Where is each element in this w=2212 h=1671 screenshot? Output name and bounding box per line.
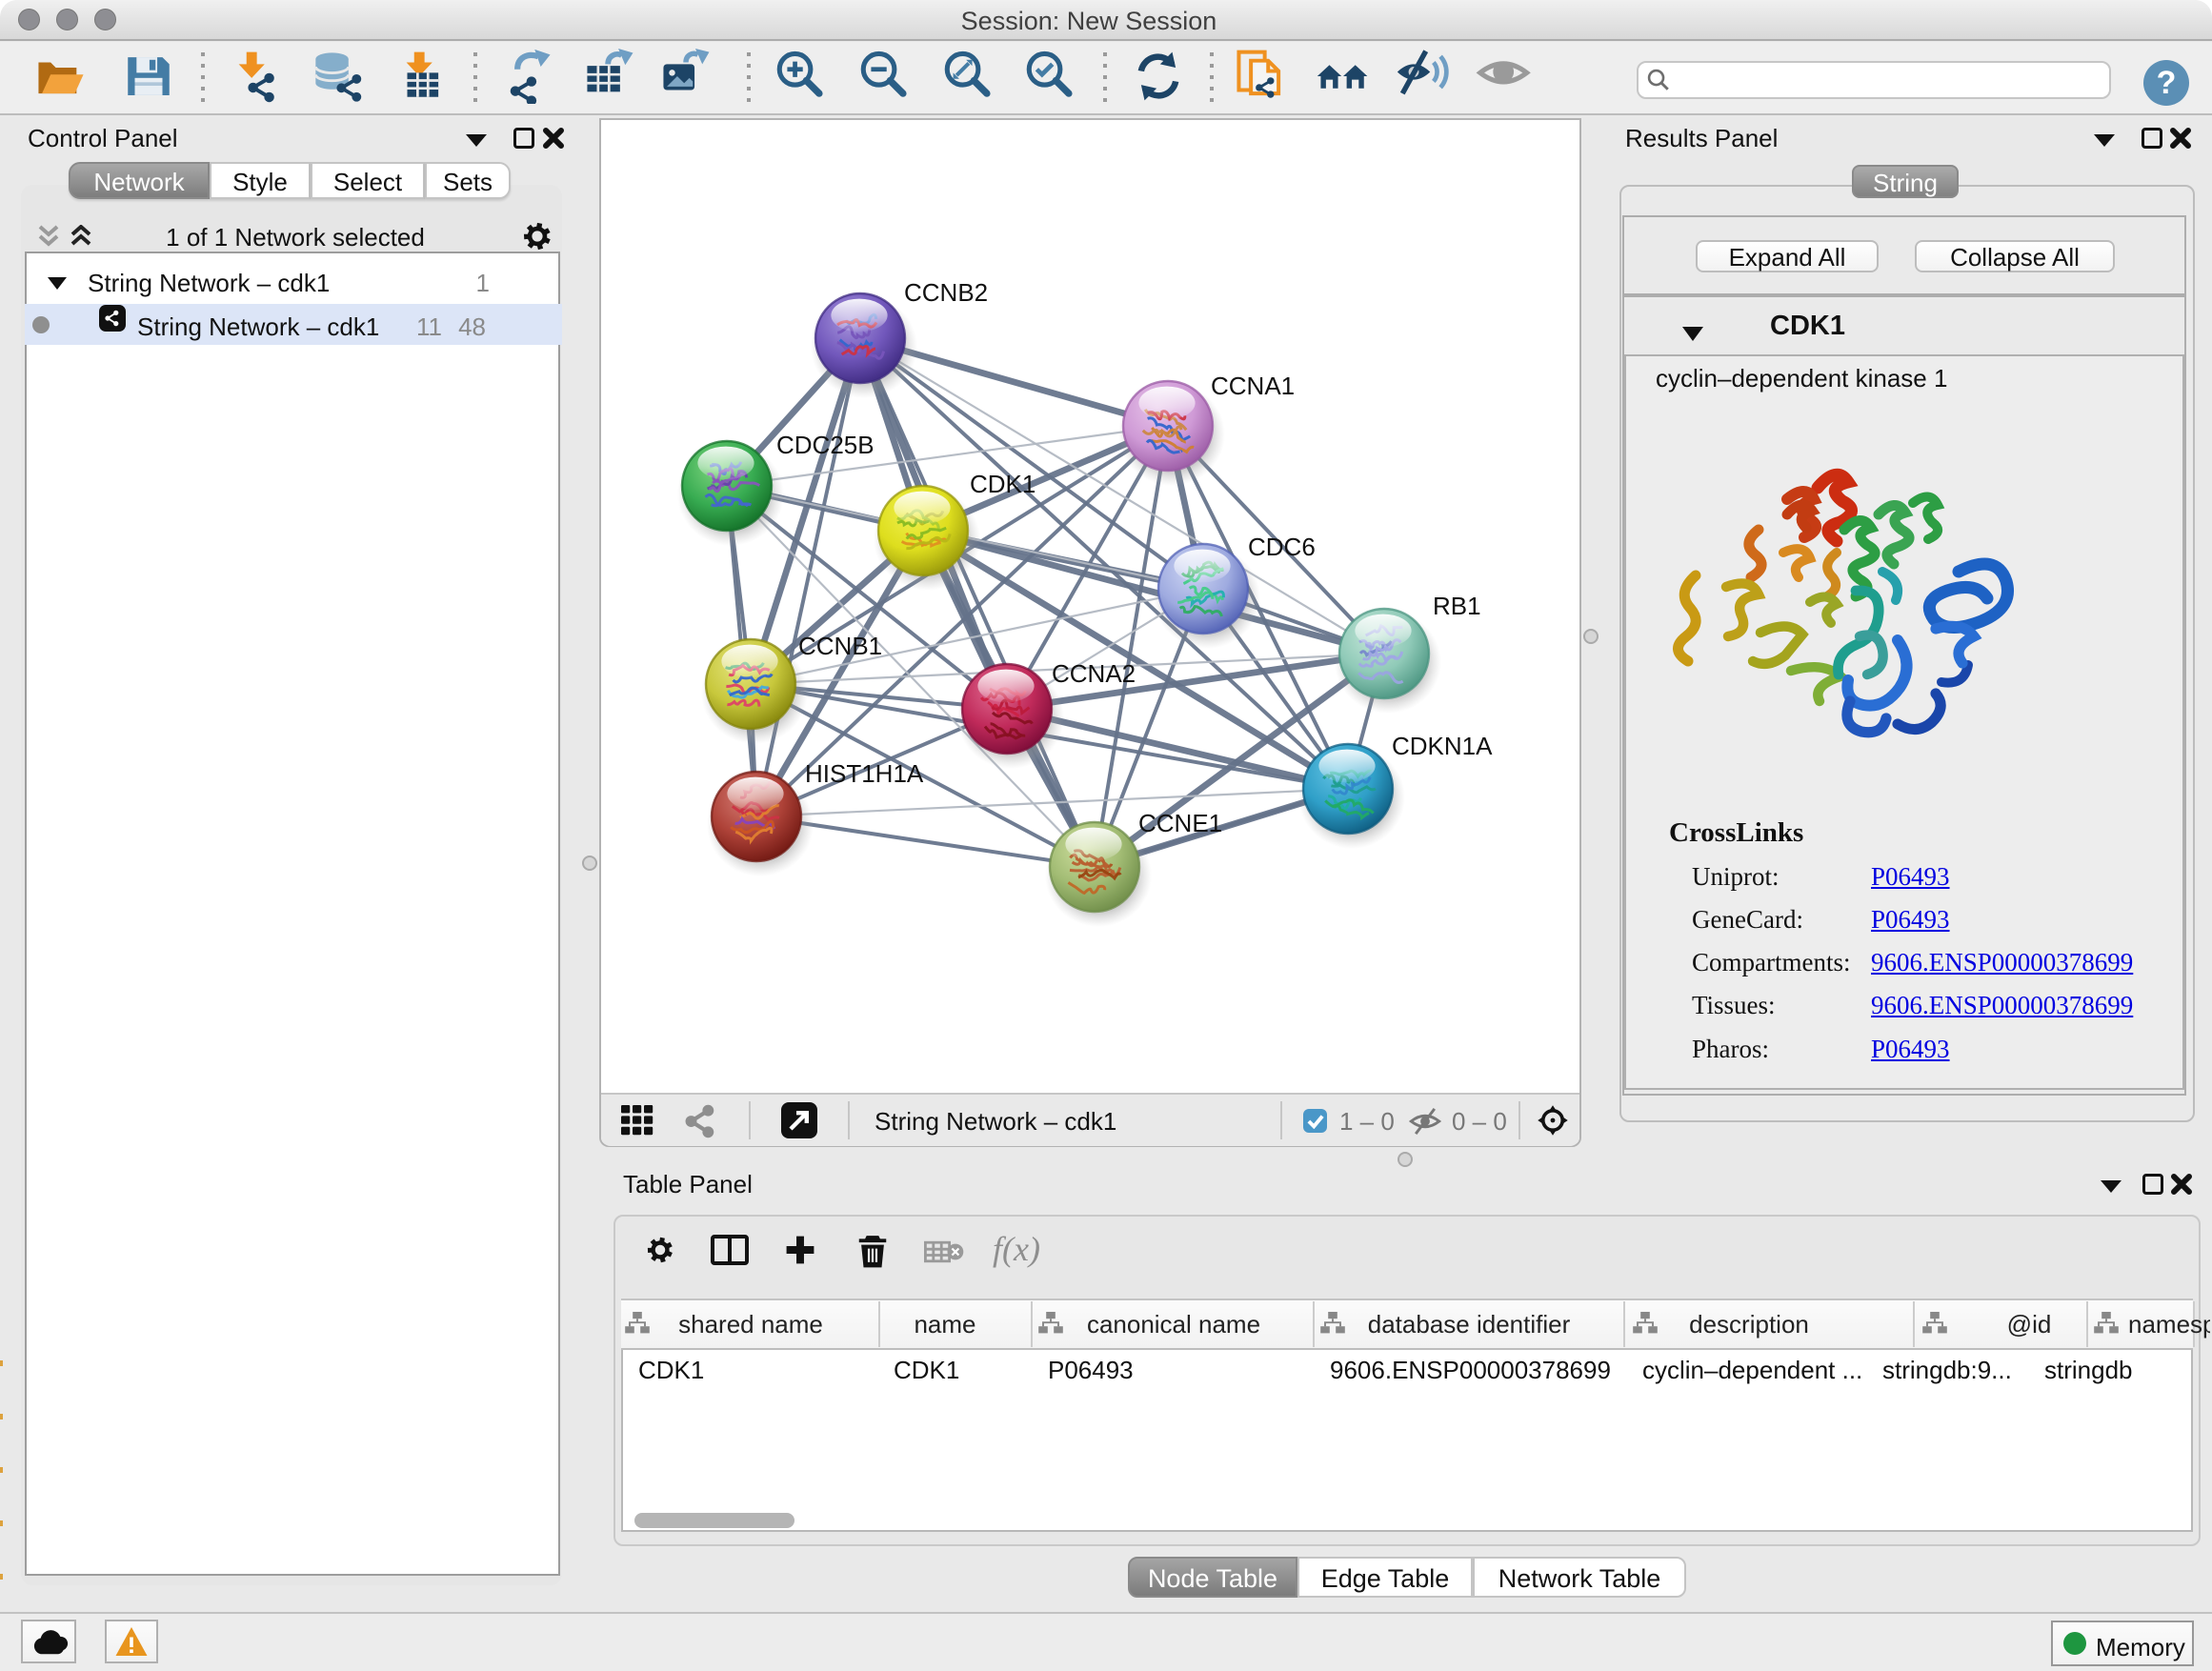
svg-text:CCNB2: CCNB2 <box>904 278 988 307</box>
svg-text:CCNB1: CCNB1 <box>798 632 882 660</box>
svg-text:CCNE1: CCNE1 <box>1138 809 1222 837</box>
svg-text:CDKN1A: CDKN1A <box>1392 732 1493 760</box>
svg-text:CDC6: CDC6 <box>1248 533 1316 561</box>
svg-text:RB1: RB1 <box>1433 592 1481 620</box>
svg-text:CCNA1: CCNA1 <box>1211 372 1295 400</box>
svg-text:CCNA2: CCNA2 <box>1052 659 1136 688</box>
svg-text:HIST1H1A: HIST1H1A <box>805 759 924 788</box>
svg-text:CDK1: CDK1 <box>970 470 1036 498</box>
svg-text:CDC25B: CDC25B <box>776 431 875 459</box>
